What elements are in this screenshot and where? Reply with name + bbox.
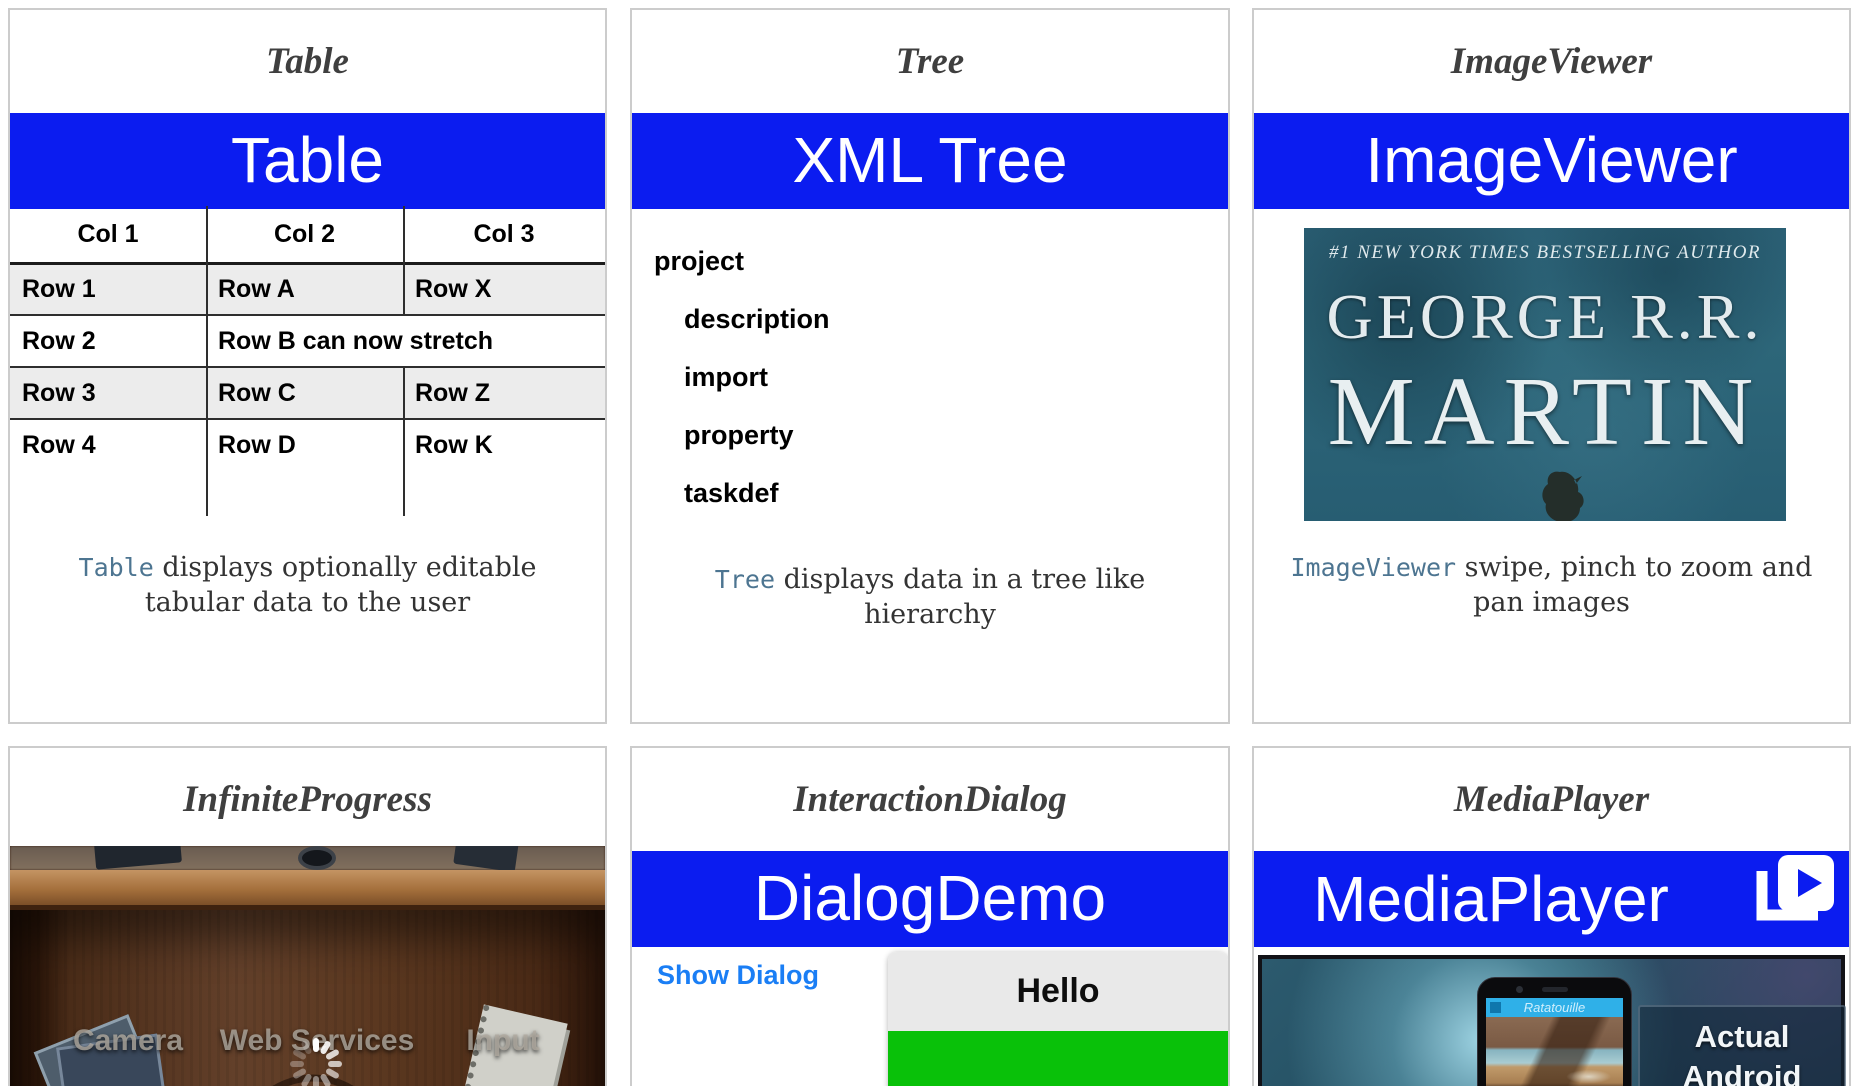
table-row-divider [10, 314, 605, 316]
mediaplayer-banner-label: MediaPlayer [1254, 851, 1728, 947]
table-column-divider [206, 206, 208, 516]
dialog-title: Hello [888, 952, 1228, 1031]
table-header-row: Col 1 Col 2 Col 3 [10, 206, 605, 262]
card-tree: Tree XML Tree project description import… [630, 8, 1230, 724]
table-column-divider [403, 366, 405, 516]
table-row-divider [10, 366, 605, 368]
table-cell[interactable]: Row C [206, 368, 403, 418]
tree-description: Tree displays data in a tree like hierar… [632, 562, 1228, 632]
card-mediaplayer: MediaPlayer MediaPlayer Ratatouille [1252, 746, 1851, 1086]
dialog-body-green [888, 1031, 1228, 1086]
table-cell[interactable]: Row 1 [10, 264, 206, 314]
card-table: Table Table Col 1 Col 2 Col 3 Row 1 Row … [8, 8, 607, 724]
phone-mockup: Ratatouille [1477, 977, 1632, 1086]
card-title-imageviewer: ImageViewer [1254, 40, 1849, 83]
food-video-frame [1486, 1017, 1623, 1086]
imageviewer-desc-text: swipe, pinch to zoom and pan images [1456, 552, 1812, 618]
shelf-label-camera: Camera [73, 1024, 183, 1058]
tree-node-property[interactable]: property [684, 406, 830, 464]
card-title-infiniteprogress: InfiniteProgress [10, 778, 605, 821]
tree-node-description[interactable]: description [684, 290, 830, 348]
table-cell[interactable]: Row X [403, 264, 605, 314]
table-cell[interactable]: Row 2 [10, 316, 206, 366]
table-header-col3: Col 3 [403, 206, 605, 262]
table-column-divider [403, 206, 405, 316]
card-title-table: Table [10, 40, 605, 83]
table-demo-titlebar: Table [10, 113, 605, 209]
table-header-col1: Col 1 [10, 206, 206, 262]
dialogdemo-titlebar: DialogDemo [632, 851, 1228, 947]
tree-node-taskdef[interactable]: taskdef [684, 464, 830, 522]
card-title-tree: Tree [632, 40, 1228, 83]
book-cover-image[interactable]: #1 NEW YORK TIMES BESTSELLING AUTHOR GEO… [1304, 228, 1786, 521]
footage-caption-box: Actual Android Device Footage! [1638, 1005, 1846, 1086]
video-thumbnail[interactable]: Ratatouille Actual Android Device Footag… [1258, 955, 1845, 1086]
demo-table: Col 1 Col 2 Col 3 Row 1 Row A Row X Row … [10, 206, 605, 518]
imageviewer-demo-titlebar: ImageViewer [1254, 113, 1849, 209]
table-header-divider [10, 262, 605, 265]
cover-tagline: #1 NEW YORK TIMES BESTSELLING AUTHOR [1304, 242, 1786, 264]
tree-demo-titlebar: XML Tree [632, 113, 1228, 209]
table-cell[interactable]: Row 3 [10, 368, 206, 418]
table-description: Table displays optionally editable tabul… [10, 550, 605, 620]
wood-shelf-edge [10, 870, 605, 910]
card-infiniteprogress: InfiniteProgress Camera Web Services Inp… [8, 746, 607, 1086]
table-cell[interactable]: Row D [206, 420, 403, 470]
phone-app-title: Ratatouille [1486, 1000, 1623, 1015]
camera-lens-icon [298, 846, 336, 870]
imageviewer-description: ImageViewer swipe, pinch to zoom and pan… [1254, 550, 1849, 620]
xml-tree: project description import property task… [654, 232, 830, 522]
imageviewer-code-ref: ImageViewer [1291, 553, 1457, 582]
table-desc-text: displays optionally editable tabular dat… [145, 552, 537, 618]
tree-desc-text: displays data in a tree like hierarchy [775, 564, 1145, 630]
table-cell[interactable]: Row K [403, 420, 605, 470]
table-row-divider [10, 418, 605, 420]
table-row: Row 2 Row B can now stretch [10, 316, 605, 366]
table-cell-spanning[interactable]: Row B can now stretch [206, 316, 605, 366]
show-dialog-button[interactable]: Show Dialog [657, 960, 819, 991]
component-gallery-page: Table Table Col 1 Col 2 Col 3 Row 1 Row … [0, 0, 1858, 1086]
tree-node-project[interactable]: project [654, 232, 830, 290]
cover-author-last: MARTIN [1304, 356, 1786, 468]
table-row: Row 3 Row C Row Z [10, 368, 605, 418]
table-row: Row 4 Row D Row K [10, 420, 605, 470]
table-cell[interactable]: Row A [206, 264, 403, 314]
card-imageviewer: ImageViewer ImageViewer #1 NEW YORK TIME… [1252, 8, 1851, 724]
interaction-dialog: Hello [888, 952, 1228, 1086]
table-row: Row 1 Row A Row X [10, 264, 605, 314]
phone-camera-dot [1516, 986, 1523, 993]
phone-screen: Ratatouille [1486, 998, 1623, 1086]
table-code-ref: Table [79, 553, 154, 582]
tree-node-import[interactable]: import [684, 348, 830, 406]
phone-appbar: Ratatouille [1486, 998, 1623, 1017]
table-header-col2: Col 2 [206, 206, 403, 262]
tree-code-ref: Tree [715, 565, 775, 594]
shelf-label-input: Input [466, 1024, 539, 1058]
mediaplayer-titlebar: MediaPlayer [1254, 851, 1849, 947]
card-title-mediaplayer: MediaPlayer [1254, 778, 1849, 821]
cover-author-first: GEORGE R.R. [1304, 280, 1786, 354]
infinite-progress-spinner-icon [288, 1036, 344, 1086]
infiniteprogress-screenshot: Camera Web Services Input [10, 846, 605, 1086]
video-library-icon [1754, 853, 1836, 933]
footage-line1: Actual Android [1640, 1017, 1844, 1086]
card-title-interactiondialog: InteractionDialog [632, 778, 1228, 821]
table-cell[interactable]: Row Z [403, 368, 605, 418]
card-interactiondialog: InteractionDialog DialogDemo Show Dialog… [630, 746, 1230, 1086]
phone-earpiece [1542, 987, 1568, 992]
table-cell[interactable]: Row 4 [10, 420, 206, 470]
bird-silhouette-icon [1530, 468, 1594, 521]
